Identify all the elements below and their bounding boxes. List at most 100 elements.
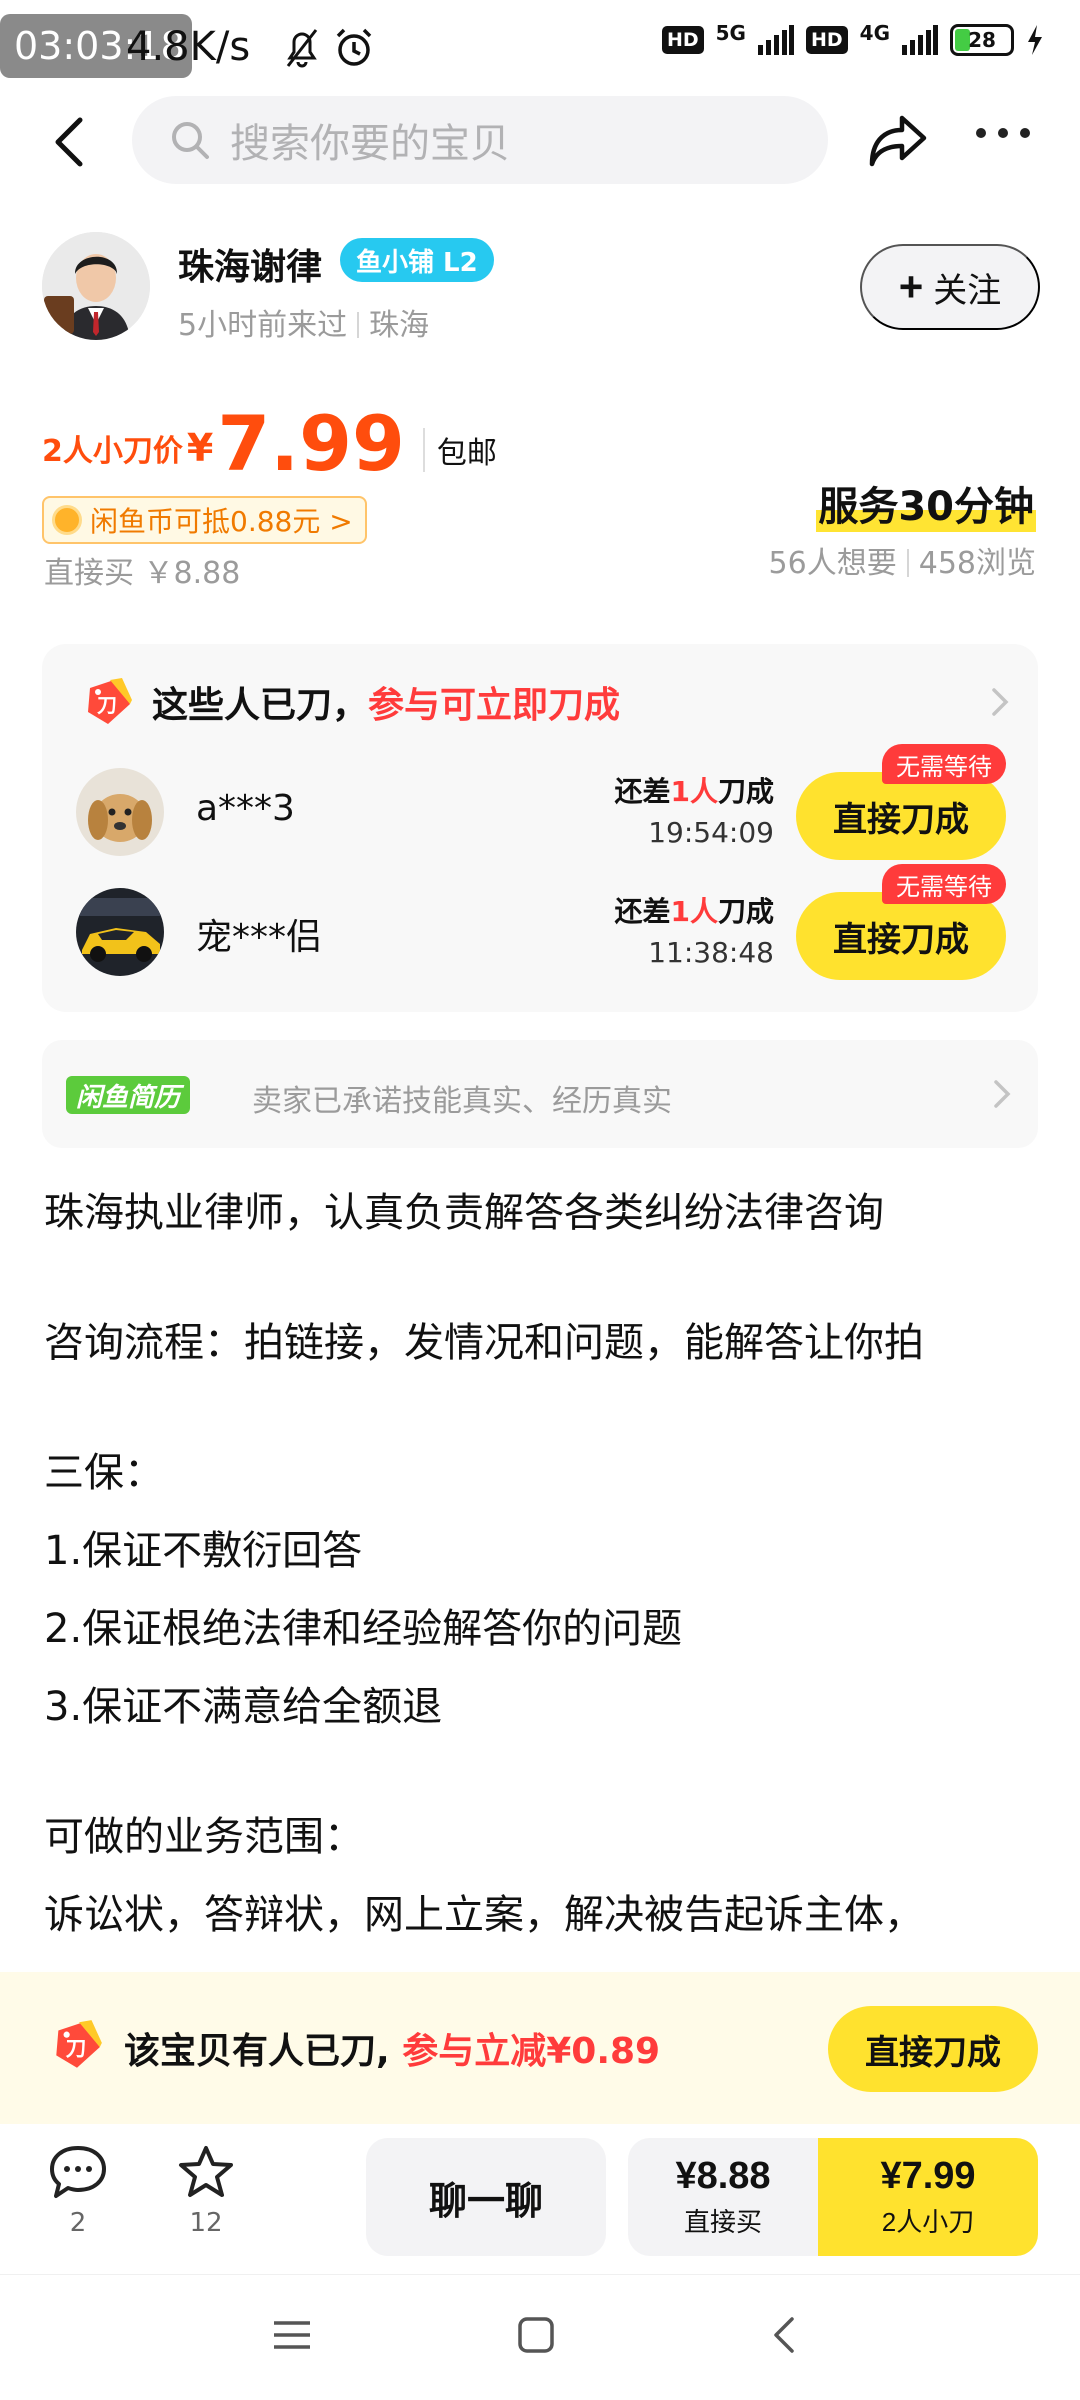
mute-bell-icon [286,29,318,68]
banner-text-part2: 参与立减¥0.89 [402,2031,661,2072]
service-time: 服务30分钟 [816,474,1036,532]
need-count: 1人 [670,775,718,808]
bargain-buy-label: 2人小刀 [881,2207,975,2237]
bargain-title-part1: 这些人已刀， [152,685,369,726]
star-icon [179,2146,233,2197]
back-arrow-icon[interactable] [44,114,100,170]
bargain-need-text: 还差1人刀成 [614,890,774,930]
battery-level: 28 [968,28,996,52]
bargain-need-text: 还差1人刀成 [614,770,774,810]
banner-tag-text: 刀 [66,2036,87,2060]
menu-icon[interactable] [270,2315,314,2355]
hd-badge: HD [661,26,704,54]
comments-count: 2 [69,2208,87,2238]
bargain-buy-button[interactable]: ¥7.99 2人小刀 [818,2138,1038,2256]
bargainer-name: 宠***侣 [196,917,323,958]
seller-avatar[interactable] [42,232,150,340]
follow-label: 关注 [933,271,1002,310]
back-icon[interactable] [766,2315,806,2355]
seller-header: 珠海谢律 鱼小铺 L2 5小时前来过 珠海 + 关注 [42,232,1042,352]
hd-badge-2: HD [805,26,848,54]
bargain-row: 宠***侣 还差1人刀成 11:38:48 直接刀成 无需等待 [76,864,1006,982]
alarm-icon [336,28,372,66]
signal-icon [757,25,794,55]
search-icon [172,122,209,159]
chat-button[interactable]: 聊一聊 [366,2138,606,2256]
bargain-tag-icon: 刀 [88,678,132,724]
bargain-countdown: 11:38:48 [648,936,774,969]
description-line: 3.保证不满意给全额退 [44,1684,443,1730]
bargain-tag-icon: 刀 [56,2020,102,2068]
comment-icon [50,2146,106,2198]
home-icon[interactable] [516,2315,556,2355]
price-row: 2人小刀价 ¥ 7.99 包邮 [42,392,497,482]
direct-bargain-button[interactable]: 直接刀成 [796,772,1006,860]
favorites-count: 12 [189,2208,223,2238]
coin-icon [52,505,82,535]
status-bar: 03:03:18 4.8K/s HD 5G HD 4G 28 [0,0,1080,100]
seller-last-seen: 5小时前来过 [178,308,348,343]
wants-count: 56人想要 [768,546,897,581]
price-currency: ¥ [186,426,214,470]
no-wait-badge: 无需等待 [882,744,1006,784]
bottom-action-bar: 2 12 聊一聊 ¥8.88 直接买 ¥7.99 2人小刀 [0,2124,1080,2274]
need-prefix: 还差 [614,775,671,808]
bargain-buy-price: ¥7.99 [880,2155,976,2197]
shop-level-badge[interactable]: 鱼小铺 L2 [340,238,494,282]
signal-icon-2 [902,25,938,55]
banner-bargain-button[interactable]: 直接刀成 [828,2006,1038,2092]
need-suffix: 刀成 [717,895,774,928]
chevron-right-icon[interactable] [990,686,1010,718]
shipping-label: 包邮 [422,428,497,472]
description-line: 可做的业务范围： [44,1814,364,1860]
network-5g-label: 5G [715,21,746,45]
seller-name[interactable]: 珠海谢律 [178,238,322,290]
bargain-banner: 刀 该宝贝有人已刀, 参与立减¥0.89 直接刀成 [0,1972,1080,2124]
description-line: 咨询流程：拍链接，发情况和问题，能解答让你拍 [44,1320,924,1366]
bargain-title-part2: 参与可立即刀成 [368,685,621,726]
coin-offset-text: 闲鱼币可抵0.88元 > [90,505,353,538]
bargainer-avatar [76,768,164,856]
description-line: 2.保证根绝法律和经验解答你的问题 [44,1606,683,1652]
direct-buy-label: 直接买 [683,2207,762,2237]
item-stats: 56人想要 458浏览 [769,538,1036,582]
seller-location: 珠海 [369,308,430,343]
banner-text: 该宝贝有人已刀, 参与立减¥0.89 [124,2022,660,2074]
direct-buy-button[interactable]: ¥8.88 直接买 [628,2138,818,2256]
direct-buy-price: ¥8.88 [675,2155,771,2197]
resume-logo: 闲鱼简历 [66,1076,191,1114]
description-line: 诉讼状，答辩状，网上立案，解决被告起诉主体， [44,1892,924,1938]
charging-icon [1028,25,1042,55]
direct-bargain-button[interactable]: 直接刀成 [796,892,1006,980]
direct-buy-price: 直接买 ￥8.88 [44,556,241,591]
chevron-right-icon [994,1080,1011,1108]
network-4g-label: 4G [859,21,890,45]
description-line: 珠海执业律师，认真负责解答各类纠纷法律咨询 [44,1190,884,1236]
need-suffix: 刀成 [717,775,774,808]
top-nav: 搜索你要的宝贝 [0,96,1080,188]
plus-icon: + [898,263,924,310]
share-icon[interactable] [866,110,930,170]
more-options-icon[interactable] [976,128,1030,138]
follow-button[interactable]: + 关注 [860,244,1040,330]
description-line: 1.保证不敷衍回答 [44,1528,363,1574]
system-nav-bar [0,2274,1080,2400]
banner-text-part1: 该宝贝有人已刀, [124,2031,390,2072]
seller-resume-row[interactable]: 闲鱼简历 卖家已承诺技能真实、经历真实 [42,1040,1038,1148]
search-placeholder: 搜索你要的宝贝 [230,121,510,167]
search-bar[interactable]: 搜索你要的宝贝 [132,96,828,184]
favorite-action[interactable]: 12 [166,2144,246,2238]
bargain-tag-text: 刀 [97,693,117,717]
bargain-row: a***3 还差1人刀成 19:54:09 直接刀成 无需等待 [76,744,1006,862]
coin-offset-badge[interactable]: 闲鱼币可抵0.88元 > [42,496,367,544]
views-count: 458浏览 [918,546,1036,581]
no-wait-badge: 无需等待 [882,864,1006,904]
network-speed: 4.8K/s [126,24,251,70]
price-label: 2人小刀价 [42,434,183,469]
bargain-countdown: 19:54:09 [648,816,774,849]
need-prefix: 还差 [614,895,671,928]
bargainer-name: a***3 [196,788,295,829]
status-right-cluster: HD 5G HD 4G 28 [661,21,1044,56]
bargain-card[interactable]: 刀 这些人已刀， 参与可立即刀成 a***3 还差1人刀成 19:54:09 直… [42,644,1038,1012]
comments-action[interactable]: 2 [38,2144,118,2238]
